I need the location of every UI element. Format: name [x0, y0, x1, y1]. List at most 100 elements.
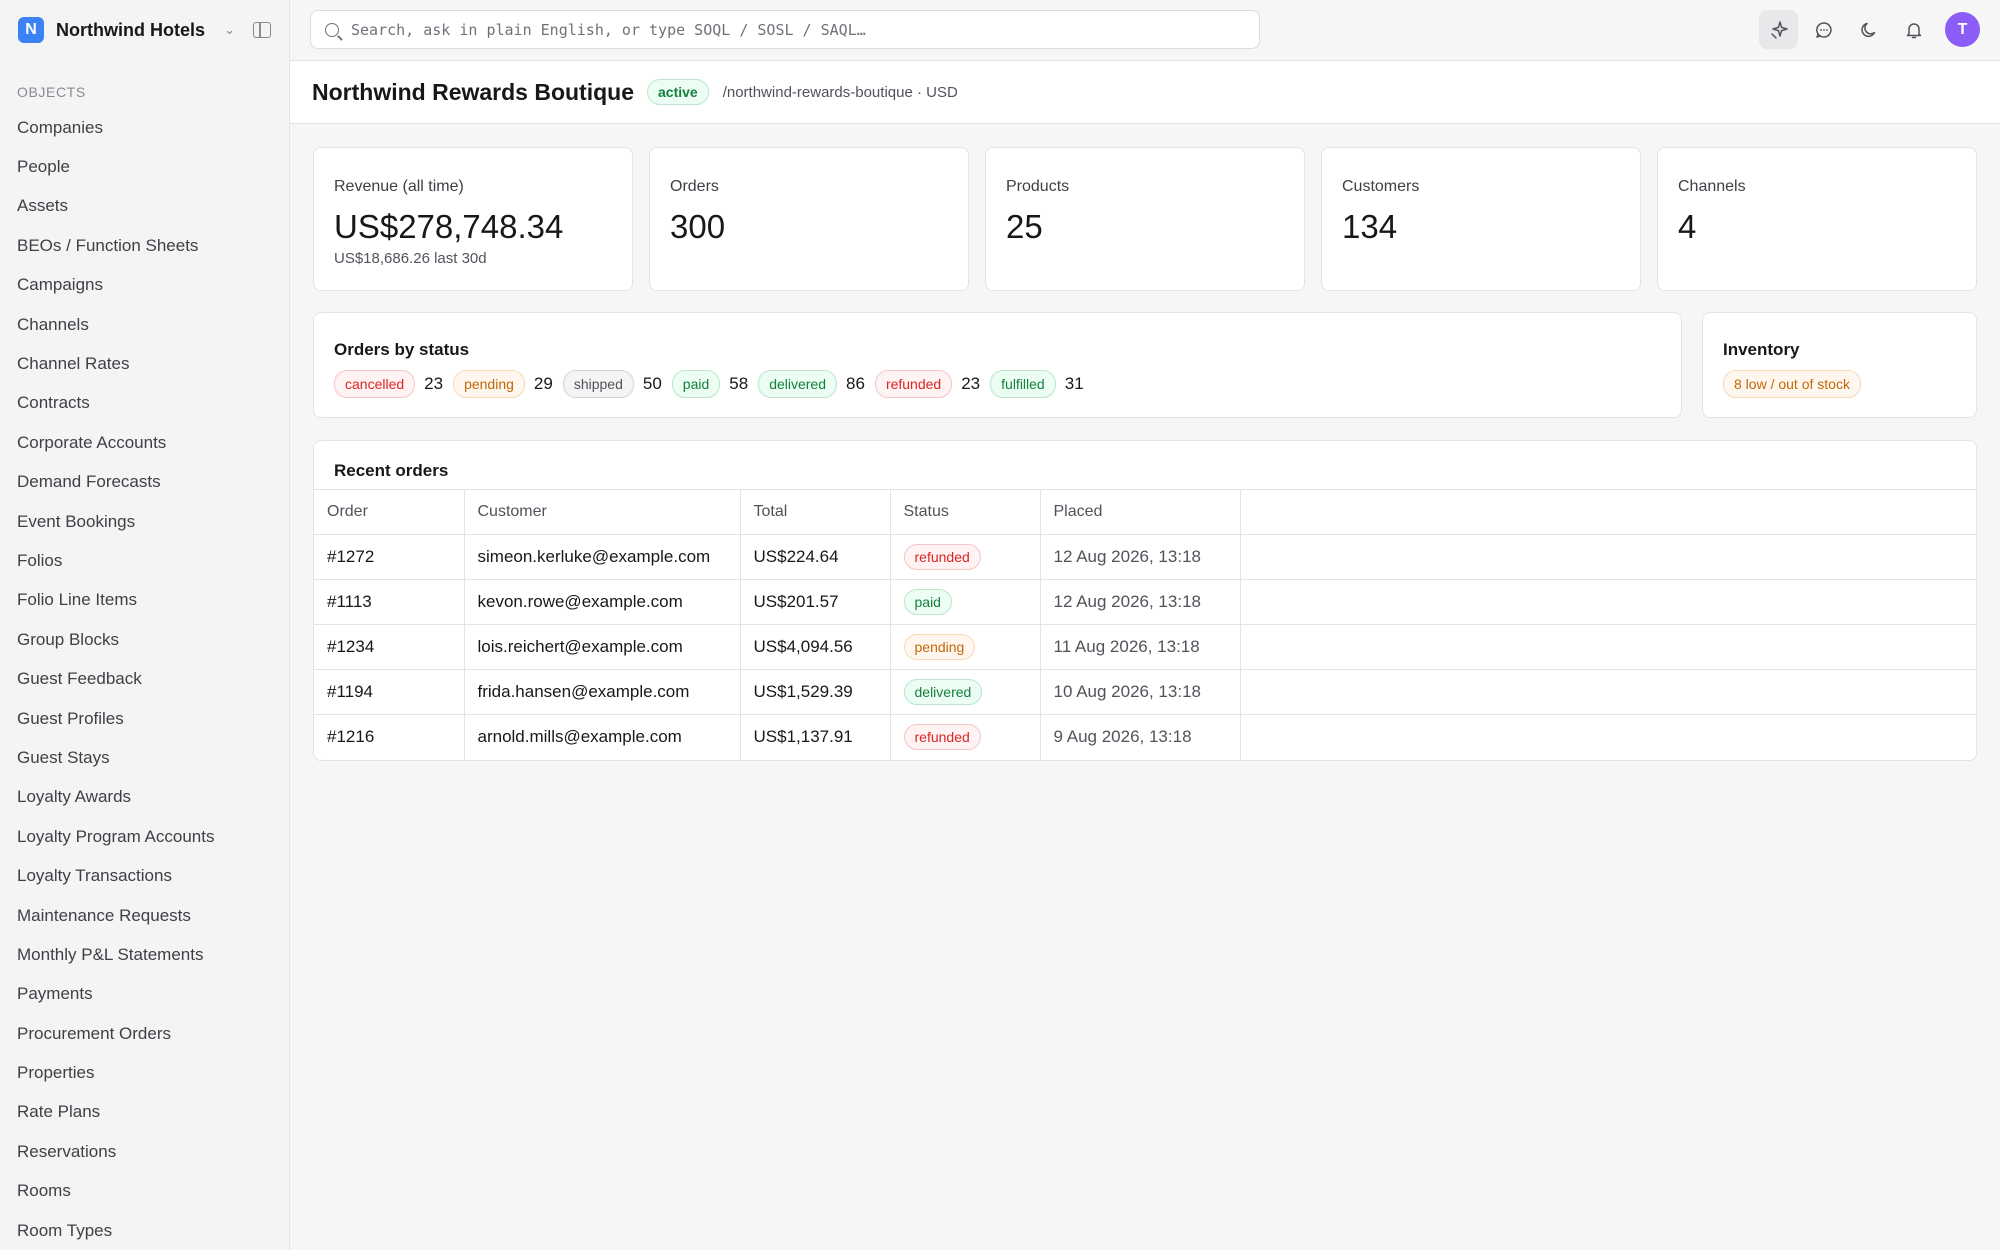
sidebar-item-campaigns[interactable]: Campaigns — [0, 266, 289, 305]
order-id[interactable]: #1113 — [314, 579, 465, 625]
sidebar-item-beos-function-sheets[interactable]: BEOs / Function Sheets — [0, 226, 289, 265]
sidebar-item-guest-stays[interactable]: Guest Stays — [0, 738, 289, 777]
order-placed: 12 Aug 2026, 13:18 — [1040, 534, 1241, 580]
order-placed: 11 Aug 2026, 13:18 — [1040, 624, 1241, 670]
table-row[interactable]: #1216 arnold.mills@example.com US$1,137.91… — [314, 714, 1976, 760]
sidebar-item-assets[interactable]: Assets — [0, 187, 289, 226]
sidebar-item-reservations[interactable]: Reservations — [0, 1132, 289, 1171]
status-badge-refunded[interactable]: refunded — [874, 370, 953, 398]
sidebar-item-payments[interactable]: Payments — [0, 975, 289, 1014]
notifications-button[interactable] — [1894, 10, 1933, 49]
customer-email: arnold.mills@example.com — [464, 714, 741, 760]
sparkle-icon — [1770, 20, 1788, 39]
column-header-placed[interactable]: Placed — [1040, 489, 1241, 535]
sidebar-item-room-types[interactable]: Room Types — [0, 1211, 289, 1250]
status-badge: paid — [903, 589, 952, 615]
status-count: 23 — [424, 374, 444, 393]
avatar[interactable]: T — [1945, 12, 1980, 47]
stat-card-products: Products 25 — [985, 147, 1305, 291]
order-id[interactable]: #1216 — [314, 714, 465, 760]
bell-icon — [1906, 22, 1921, 38]
sidebar-item-guest-profiles[interactable]: Guest Profiles — [0, 699, 289, 738]
order-status-cell: pending — [890, 624, 1041, 670]
sidebar-item-monthly-p-l-statements[interactable]: Monthly P&L Statements — [0, 935, 289, 974]
order-id[interactable]: #1194 — [314, 669, 465, 715]
sidebar-item-group-blocks[interactable]: Group Blocks — [0, 620, 289, 659]
status-count: 86 — [846, 374, 865, 393]
status-badge: delivered — [903, 679, 983, 705]
low-stock-badge[interactable]: 8 low / out of stock — [1723, 370, 1861, 398]
sidebar-item-maintenance-requests[interactable]: Maintenance Requests — [0, 896, 289, 935]
sidebar-item-channels[interactable]: Channels — [0, 305, 289, 344]
status-badge-delivered[interactable]: delivered — [758, 370, 838, 398]
table-header-row: Order Customer Total Status Placed — [314, 489, 1976, 535]
topbar: T — [290, 0, 2000, 61]
top-actions: T — [1759, 10, 1980, 49]
column-header-order[interactable]: Order — [314, 489, 465, 535]
search-box[interactable] — [310, 10, 1260, 49]
stat-value: US$278,748.34 — [334, 208, 564, 245]
sidebar-item-loyalty-transactions[interactable]: Loyalty Transactions — [0, 856, 289, 895]
sidebar-item-demand-forecasts[interactable]: Demand Forecasts — [0, 463, 289, 502]
orders-by-status-card: Orders by status cancelled 23 pending 29 shi… — [313, 312, 1682, 418]
order-placed: 9 Aug 2026, 13:18 — [1040, 714, 1241, 760]
sidebar-item-folio-line-items[interactable]: Folio Line Items — [0, 581, 289, 620]
chat-button[interactable] — [1804, 10, 1843, 49]
column-header-customer[interactable]: Customer — [464, 489, 741, 535]
status-badge-fulfilled[interactable]: fulfilled — [990, 370, 1056, 398]
column-header-spacer — [1240, 489, 1976, 535]
sidebar-item-rooms[interactable]: Rooms — [0, 1172, 289, 1211]
column-header-total[interactable]: Total — [740, 489, 891, 535]
order-total: US$1,529.39 — [740, 669, 891, 715]
sidebar-item-event-bookings[interactable]: Event Bookings — [0, 502, 289, 541]
order-total: US$1,137.91 — [740, 714, 891, 760]
status-count: 50 — [642, 374, 662, 393]
order-total: US$201.57 — [740, 579, 891, 625]
stat-card-revenue: Revenue (all time) US$278,748.34 US$18,6… — [313, 147, 633, 291]
stat-card-customers: Customers 134 — [1321, 147, 1641, 291]
sidebar-section-label: OBJECTS — [17, 84, 86, 100]
status-badge-shipped[interactable]: shipped — [562, 370, 634, 398]
ai-sparkle-button[interactable] — [1759, 10, 1798, 49]
card-title: Recent orders — [334, 461, 449, 480]
sidebar-item-rate-plans[interactable]: Rate Plans — [0, 1093, 289, 1132]
sidebar-item-corporate-accounts[interactable]: Corporate Accounts — [0, 423, 289, 462]
recent-orders-card: Recent orders Order Customer Total Status Pl… — [313, 440, 1977, 761]
stat-label: Revenue (all time) — [334, 178, 464, 195]
table-row[interactable]: #1113 kevon.rowe@example.com US$201.57 paid… — [314, 579, 1976, 625]
sidebar-item-people[interactable]: People — [0, 147, 289, 186]
sidebar-item-channel-rates[interactable]: Channel Rates — [0, 344, 289, 383]
order-id[interactable]: #1234 — [314, 624, 465, 670]
table-row[interactable]: #1234 lois.reichert@example.com US$4,094.5… — [314, 624, 1976, 670]
card-title: Orders by status — [334, 340, 470, 359]
sidebar-item-properties[interactable]: Properties — [0, 1053, 289, 1092]
status-badge-paid[interactable]: paid — [671, 370, 721, 398]
status-badge-pending[interactable]: pending — [453, 370, 525, 398]
sidebar-item-loyalty-awards[interactable]: Loyalty Awards — [0, 778, 289, 817]
stat-label: Products — [1006, 178, 1070, 195]
theme-toggle-button[interactable] — [1849, 10, 1888, 49]
chevron-down-icon[interactable]: ⌄ — [224, 22, 235, 38]
order-total: US$224.64 — [740, 534, 891, 580]
sidebar-toggle-icon[interactable] — [253, 22, 271, 38]
status-count: 23 — [961, 374, 981, 393]
column-header-status[interactable]: Status — [890, 489, 1041, 535]
table-row[interactable]: #1194 frida.hansen@example.com US$1,529.39… — [314, 669, 1976, 715]
order-id[interactable]: #1272 — [314, 534, 465, 580]
row-spacer — [1240, 715, 1976, 760]
row-spacer — [1240, 534, 1976, 580]
sidebar-item-loyalty-program-accounts[interactable]: Loyalty Program Accounts — [0, 817, 289, 856]
order-total: US$4,094.56 — [740, 624, 891, 670]
sidebar-item-companies[interactable]: Companies — [0, 108, 289, 147]
table-row[interactable]: #1272 simeon.kerluke@example.com US$224.64… — [314, 534, 1976, 580]
sidebar-item-guest-feedback[interactable]: Guest Feedback — [0, 659, 289, 698]
workspace-switcher[interactable]: N Northwind Hotels ⌄ — [0, 0, 289, 60]
status-badge-cancelled[interactable]: cancelled — [334, 370, 416, 398]
sidebar-item-folios[interactable]: Folios — [0, 541, 289, 580]
sidebar-item-procurement-orders[interactable]: Procurement Orders — [0, 1014, 289, 1053]
sidebar-item-contracts[interactable]: Contracts — [0, 384, 289, 423]
status-badge: refunded — [903, 544, 981, 570]
stat-value: 300 — [670, 208, 726, 245]
search-input[interactable] — [351, 20, 1245, 39]
table-body: #1272 simeon.kerluke@example.com US$224.64… — [314, 534, 1976, 760]
